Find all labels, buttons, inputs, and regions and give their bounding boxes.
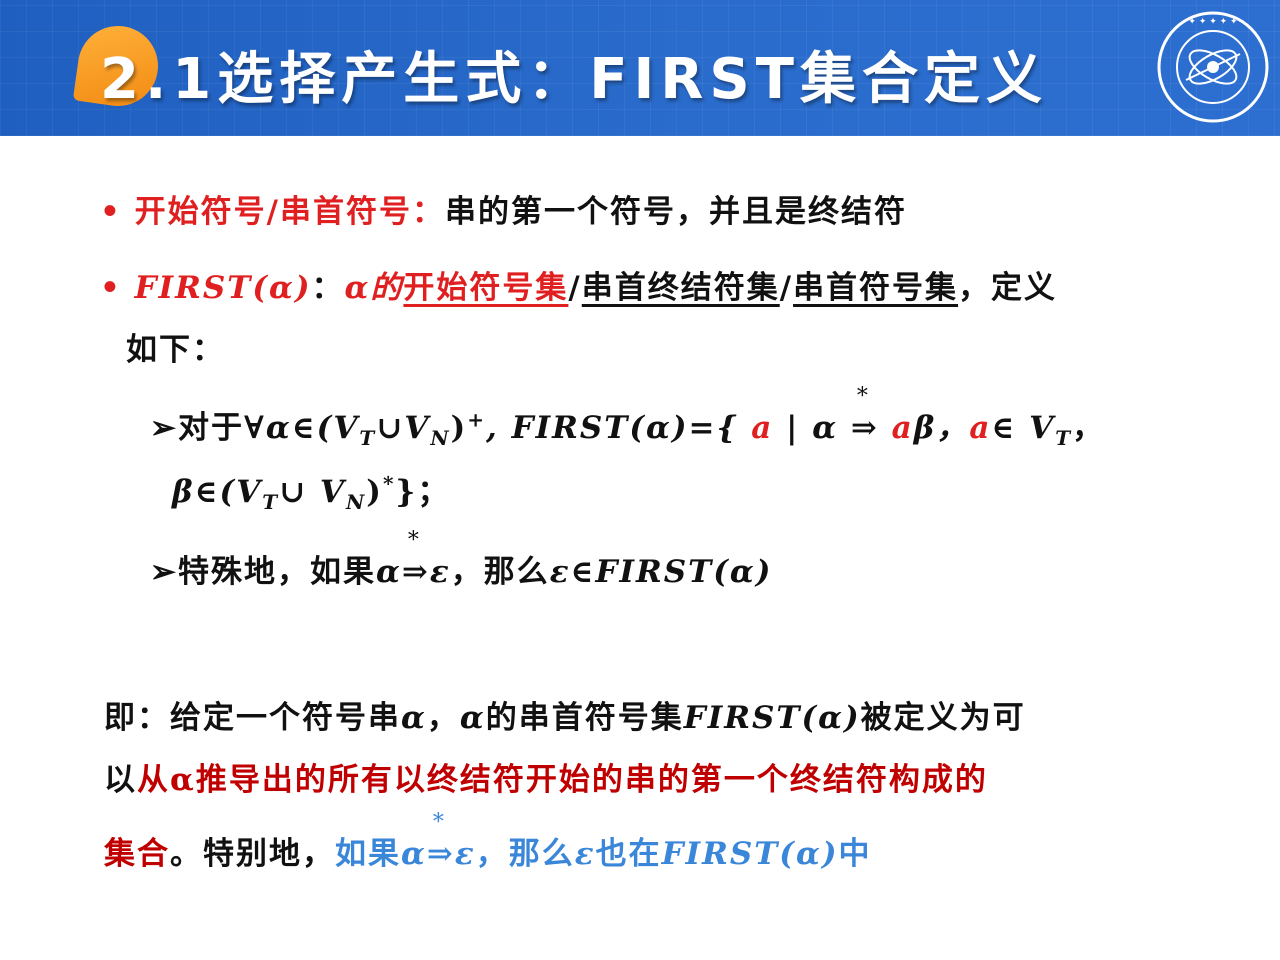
- derives-arrow: * ⇒: [401, 528, 430, 590]
- summary-text: 即：给定一个符号串: [104, 700, 401, 736]
- separator: /: [779, 270, 794, 306]
- terminal-a: a: [751, 410, 774, 446]
- subscript-t: T: [359, 426, 377, 451]
- rule-lead: 对于: [177, 410, 244, 446]
- alpha-de: α的: [344, 270, 404, 306]
- subscript-n: N: [345, 490, 367, 515]
- university-logo-icon: ✦ ✦ ✦ ✦ ✦: [1157, 11, 1269, 123]
- formula-part: | α: [773, 410, 851, 446]
- summary-text: 的串首符号集: [485, 700, 684, 736]
- first-function: FIRST(α): [661, 836, 839, 872]
- summary-blue-text: 如果: [335, 836, 401, 872]
- first-function: FIRST(α): [683, 700, 861, 736]
- formula-part: }；: [395, 474, 451, 510]
- formula-part: β，: [913, 410, 970, 446]
- rule-lead: 特殊地，如果: [177, 554, 376, 590]
- name-start-symbol-set: 开始符号集: [403, 270, 569, 306]
- slide-title: 2.1选择产生式：FIRST集合定义: [100, 47, 1048, 112]
- rule-first-definition-continuation: β∈(VT∪ VN)*}；: [172, 466, 451, 515]
- formula-part: ∈ V: [991, 410, 1056, 446]
- name-first-terminal-set: 串首终结符集: [581, 270, 780, 306]
- derives-arrow: * ⇒: [850, 384, 879, 446]
- summary-text: ，: [426, 700, 460, 736]
- epsilon: ε: [574, 836, 596, 872]
- start-symbol-definition: 串的第一个符号，并且是终结符: [444, 194, 907, 230]
- kleene-star: *: [407, 528, 421, 553]
- formula-part: ∪ V: [279, 474, 346, 510]
- bullet-dot: •: [100, 270, 122, 306]
- alpha: α: [459, 700, 486, 736]
- rule-mid: ，那么: [450, 554, 550, 590]
- first-function: FIRST(α): [134, 270, 312, 306]
- bullet-first-set-continuation: 如下：: [126, 332, 225, 368]
- summary-highlight: 从α推导出的所有以终结符开始的串的第一个终结符构成的: [137, 762, 988, 798]
- formula-part: ∀α∈(V: [243, 410, 360, 446]
- arrow-marker: ➢: [150, 410, 178, 446]
- superscript-plus: +: [467, 407, 487, 432]
- summary-text: 以: [104, 762, 137, 798]
- colon: ：: [311, 270, 345, 306]
- svg-text:✦ ✦ ✦ ✦ ✦: ✦ ✦ ✦ ✦ ✦: [1188, 17, 1238, 27]
- alpha: α: [401, 700, 427, 736]
- subscript-n: N: [430, 426, 451, 451]
- separator: /: [568, 270, 582, 306]
- subscript-t: T: [1055, 426, 1073, 451]
- superscript-star: *: [382, 471, 396, 496]
- summary-line-2: 以从α推导出的所有以终结符开始的串的第一个终结符构成的: [104, 754, 988, 799]
- rule-epsilon: ➢特殊地，如果α * ⇒ε，那么ε∈FIRST(α): [150, 528, 773, 591]
- formula-part: ∪V: [376, 410, 431, 446]
- summary-blue-text: ，那么: [475, 836, 575, 872]
- summary-blue-text: 也在: [595, 836, 662, 872]
- formula-part: ): [366, 474, 383, 510]
- summary-text: 被定义为可: [860, 700, 1026, 736]
- definition-tail: ，定义: [958, 270, 1058, 306]
- bullet-first-set: • FIRST(α)：α的开始符号集/串首终结符集/串首符号集，定义: [100, 262, 1057, 307]
- formula-part: ，: [1072, 410, 1106, 446]
- terminal-a: a: [969, 410, 992, 446]
- kleene-star: *: [432, 810, 446, 835]
- summary-line-1: 即：给定一个符号串α，α的串首符号集FIRST(α)被定义为可: [104, 692, 1026, 737]
- bullet-dot: •: [100, 194, 122, 230]
- formula-part: ): [450, 410, 468, 446]
- summary-highlight: 集合: [104, 836, 170, 872]
- epsilon-in-first: ε∈FIRST(α): [549, 554, 773, 590]
- name-first-symbol-set: 串首符号集: [793, 270, 959, 306]
- summary-line-3: 集合。特别地，如果α * ⇒ε，那么ε也在FIRST(α)中: [104, 810, 872, 873]
- subscript-t: T: [262, 490, 280, 515]
- arrow-marker: ➢: [150, 554, 178, 590]
- formula-part: β∈(V: [172, 474, 263, 510]
- alpha: α: [375, 554, 402, 590]
- start-symbol-term: 开始符号/串首符号：: [134, 194, 445, 230]
- rule-first-definition: ➢对于∀α∈(VT∪VN)+, FIRST(α)={ a | α * ⇒ aβ，a…: [150, 384, 1106, 451]
- terminal-a: a: [878, 410, 914, 446]
- summary-text: 。特别地，: [170, 836, 335, 872]
- kleene-star: *: [856, 384, 870, 409]
- epsilon: ε: [429, 554, 451, 590]
- alpha: α: [401, 836, 427, 872]
- epsilon: ε: [454, 836, 476, 872]
- derives-arrow: * ⇒: [426, 810, 455, 872]
- formula-part: , FIRST(α)={: [486, 410, 752, 446]
- title-banner: 2.1选择产生式：FIRST集合定义 ✦ ✦ ✦ ✦ ✦: [0, 0, 1280, 136]
- summary-blue-text: 中: [838, 836, 872, 872]
- bullet-start-symbol: • 开始符号/串首符号：串的第一个符号，并且是终结符: [100, 186, 907, 231]
